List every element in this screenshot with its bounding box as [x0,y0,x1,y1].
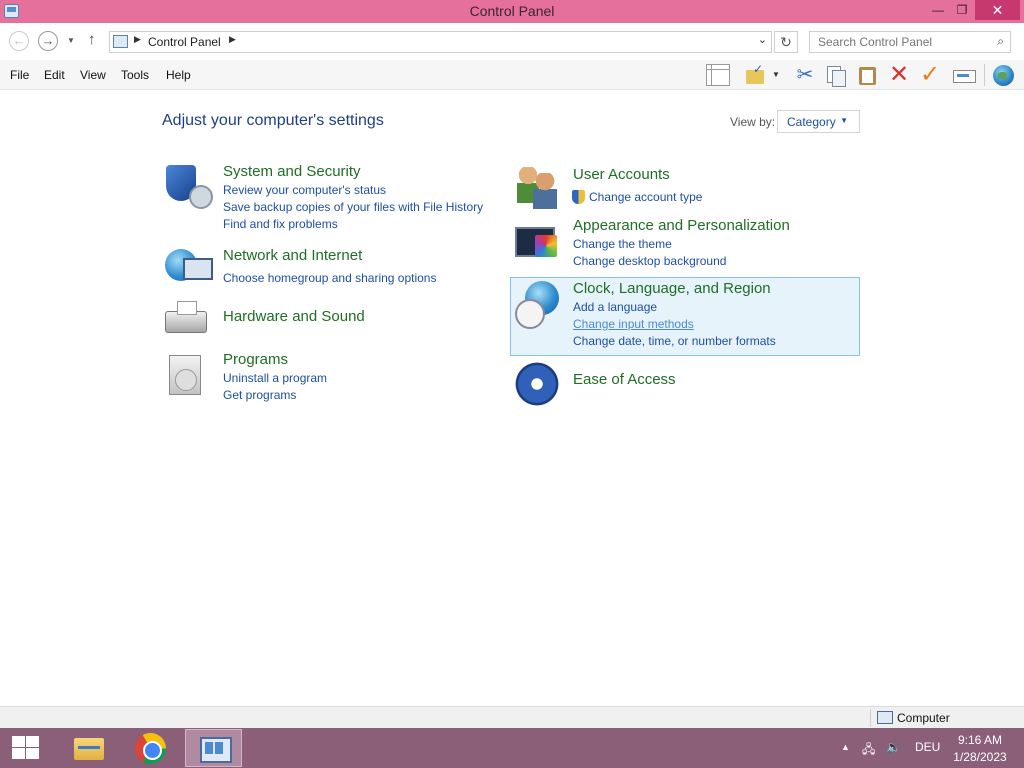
control-panel-taskbar-icon[interactable] [185,729,242,767]
globe-icon[interactable] [992,64,1016,86]
category-hardware-and-sound[interactable]: Hardware and Sound [223,308,365,325]
category-system-and-security[interactable]: System and Security [223,163,361,180]
status-divider [870,709,871,727]
category-ease-of-access[interactable]: Ease of Access [573,371,676,388]
view-by-dropdown[interactable]: Category ▼ [777,110,860,133]
chevron-down-icon[interactable]: ▼ [772,64,784,86]
close-button[interactable]: ✕ [975,0,1020,20]
refresh-button[interactable]: ↻ [774,31,798,53]
link-get-programs[interactable]: Get programs [223,388,296,402]
volume-icon[interactable]: 🔈 [886,740,901,754]
category-programs[interactable]: Programs [223,351,288,368]
menu-file[interactable]: File [10,68,29,82]
programs-icon[interactable] [163,351,211,399]
clock-date[interactable]: 1/28/2023 [948,750,1012,764]
menu-bar: File Edit View Tools Help ▼ ✂ ✕ ✓ [0,60,1024,90]
chevron-down-icon[interactable]: ▼ [840,116,848,125]
window-title: Control Panel [469,3,555,19]
link-homegroup[interactable]: Choose homegroup and sharing options [223,271,436,285]
title-bar: Control Panel — ❐ ✕ [0,0,1024,23]
link-change-input-methods[interactable]: Change input methods [573,317,694,331]
link-add-language[interactable]: Add a language [573,300,657,314]
layout-icon[interactable] [706,64,730,86]
back-button[interactable]: ← [9,31,29,51]
up-button[interactable]: ↑ [88,31,96,48]
view-by-value[interactable]: Category [787,115,836,129]
category-network-and-internet[interactable]: Network and Internet [223,247,362,264]
menu-help[interactable]: Help [166,68,191,82]
link-change-theme[interactable]: Change the theme [573,237,672,251]
copy-icon[interactable] [824,64,848,87]
link-file-history[interactable]: Save backup copies of your files with Fi… [223,200,483,214]
folder-options-icon[interactable] [744,62,768,86]
link-find-fix-problems[interactable]: Find and fix problems [223,217,338,231]
paste-icon[interactable] [856,64,880,86]
minimize-button[interactable]: — [925,0,951,20]
category-appearance[interactable]: Appearance and Personalization [573,217,790,234]
chevron-right-icon[interactable]: ▶ [229,34,236,45]
menu-edit[interactable]: Edit [44,68,65,82]
status-label: Computer [897,711,950,725]
address-row: ← → ▼ ↑ ▶ Control Panel ▶ ⌄ ↻ ⌕ [0,23,1024,60]
category-user-accounts[interactable]: User Accounts [573,166,670,183]
page-title: Adjust your computer's settings [162,112,384,129]
menu-tools[interactable]: Tools [121,68,149,82]
link-uninstall-program[interactable]: Uninstall a program [223,371,327,385]
link-review-status[interactable]: Review your computer's status [223,183,386,197]
network-globe-icon[interactable] [163,246,213,294]
recent-locations-dropdown[interactable]: ▼ [67,36,75,45]
network-icon[interactable]: 🖧 [862,740,875,761]
chrome-icon[interactable] [123,729,180,767]
language-indicator[interactable]: DEU [915,740,940,754]
shield-icon[interactable] [163,163,213,211]
computer-icon [877,711,893,724]
forward-button[interactable]: → [38,31,58,51]
address-bar[interactable]: ▶ Control Panel ▶ ⌄ [109,31,772,53]
ease-of-access-icon[interactable] [513,360,561,408]
search-icon[interactable]: ⌕ [997,34,1004,49]
restore-button[interactable]: ❐ [949,0,975,20]
view-by-label: View by: [730,115,776,129]
clock-globe-icon[interactable] [513,281,561,329]
chevron-down-icon[interactable]: ⌄ [758,33,767,46]
status-bar: Computer [0,706,1024,728]
chevron-up-icon[interactable]: ▲ [841,742,850,752]
printer-icon[interactable] [163,297,211,345]
cut-icon[interactable]: ✂ [793,64,817,86]
search-box[interactable]: ⌕ [809,31,1011,53]
link-desktop-background[interactable]: Change desktop background [573,254,726,268]
search-input[interactable] [810,32,988,52]
menu-view[interactable]: View [80,68,106,82]
breadcrumb[interactable]: Control Panel [148,35,221,49]
chevron-right-icon[interactable]: ▶ [134,34,141,45]
link-date-time-formats[interactable]: Change date, time, or number formats [573,334,776,348]
rename-icon[interactable] [952,64,976,86]
properties-icon[interactable]: ✓ [918,63,942,87]
link-change-account-type[interactable]: Change account type [589,190,702,204]
windows-start-icon[interactable] [10,736,40,760]
delete-icon[interactable]: ✕ [887,63,911,87]
file-explorer-icon[interactable] [61,729,118,767]
clock-time[interactable]: 9:16 AM [948,733,1012,747]
appearance-icon[interactable] [513,221,561,269]
uac-shield-icon [572,190,585,204]
category-clock-language-region[interactable]: Clock, Language, and Region [573,280,771,297]
user-accounts-icon[interactable] [513,163,561,211]
taskbar: ▲ 🖧 🔈 DEU 9:16 AM 1/28/2023 [0,728,1024,768]
toolbar-divider [984,64,985,86]
control-panel-icon [113,35,128,48]
